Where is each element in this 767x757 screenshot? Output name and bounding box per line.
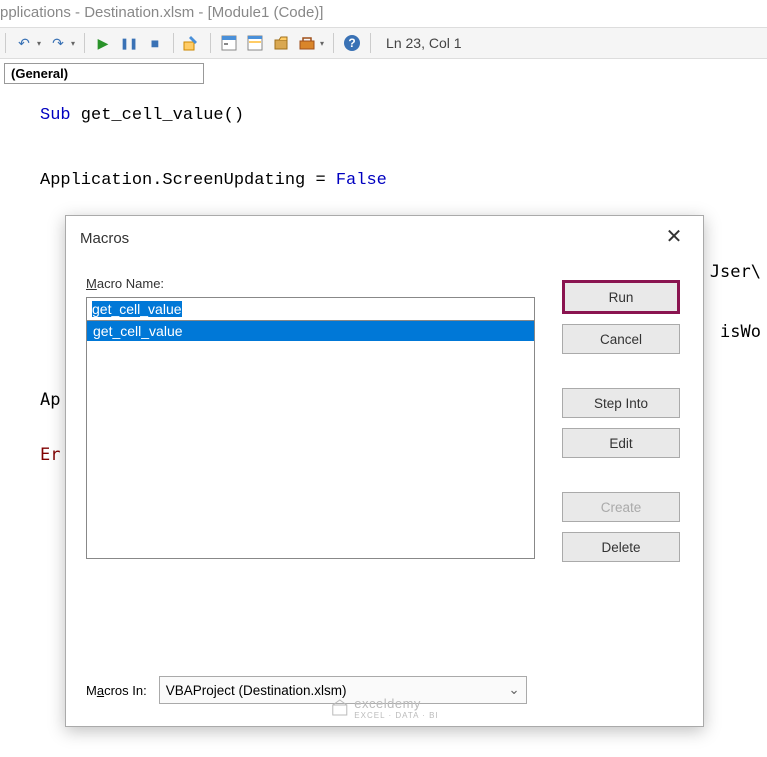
chevron-down-icon[interactable]: ▾ <box>320 39 324 48</box>
stop-icon[interactable]: ■ <box>144 32 166 54</box>
macro-name-input[interactable]: get_cell_value <box>86 297 535 321</box>
toolbar: ↶ ▾ ↷ ▾ ▶ ❚❚ ■ ▾ ? Ln 23, Col 1 <box>0 28 767 59</box>
dialog-button-column: Run Cancel Step Into Edit Create Delete <box>562 280 680 562</box>
macro-list-item[interactable]: get_cell_value <box>87 321 534 341</box>
code-text: get_cell_value() <box>71 106 244 125</box>
object-dropdown[interactable]: (General) <box>4 63 204 84</box>
code-text: Application.ScreenUpdating = <box>40 171 336 190</box>
dialog-body: Macro Name: get_cell_value get_cell_valu… <box>66 256 703 559</box>
watermark-tagline: EXCEL · DATA · BI <box>354 711 438 720</box>
run-icon[interactable]: ▶ <box>92 32 114 54</box>
window-title: pplications - Destination.xlsm - [Module… <box>0 0 767 28</box>
object-selector-bar: (General) <box>0 59 767 88</box>
macros-in-value: VBAProject (Destination.xlsm) <box>166 683 347 698</box>
step-into-button[interactable]: Step Into <box>562 388 680 418</box>
close-icon[interactable]: ✕ <box>659 226 689 250</box>
toolbar-divider <box>173 33 174 53</box>
code-partial-text: Er <box>40 445 60 465</box>
chevron-down-icon[interactable]: ▾ <box>71 39 75 48</box>
design-mode-icon[interactable] <box>181 32 203 54</box>
create-button: Create <box>562 492 680 522</box>
dialog-title: Macros <box>80 230 129 247</box>
toolbar-divider <box>333 33 334 53</box>
watermark: exceldemy EXCEL · DATA · BI <box>330 696 438 720</box>
macros-dialog: Macros ✕ Macro Name: get_cell_value get_… <box>65 215 704 727</box>
object-browser-icon[interactable] <box>270 32 292 54</box>
macros-in-label: Macros In: <box>86 683 147 698</box>
macro-list[interactable]: get_cell_value <box>86 321 535 559</box>
code-partial-text: Ap <box>40 390 60 410</box>
undo-icon[interactable]: ↶ <box>13 32 35 54</box>
toolbar-divider <box>370 33 371 53</box>
keyword-false: False <box>336 171 387 190</box>
macros-in-row: Macros In: VBAProject (Destination.xlsm)… <box>86 676 527 704</box>
toolbar-divider <box>84 33 85 53</box>
macro-name-value: get_cell_value <box>92 301 182 317</box>
svg-text:?: ? <box>348 36 355 50</box>
toolbar-divider <box>5 33 6 53</box>
properties-icon[interactable] <box>244 32 266 54</box>
code-partial-text: Jser\ <box>710 262 761 282</box>
pause-icon[interactable]: ❚❚ <box>118 32 140 54</box>
run-button[interactable]: Run <box>562 280 680 314</box>
edit-button[interactable]: Edit <box>562 428 680 458</box>
keyword-sub: Sub <box>40 106 71 125</box>
watermark-brand: exceldemy <box>354 696 421 711</box>
chevron-down-icon: ⌄ <box>508 682 519 698</box>
chevron-down-icon[interactable]: ▾ <box>37 39 41 48</box>
help-icon[interactable]: ? <box>341 32 363 54</box>
delete-button[interactable]: Delete <box>562 532 680 562</box>
cancel-button[interactable]: Cancel <box>562 324 680 354</box>
redo-icon[interactable]: ↷ <box>47 32 69 54</box>
dialog-header: Macros ✕ <box>66 216 703 256</box>
code-partial-text: isWo <box>720 322 761 342</box>
cursor-position: Ln 23, Col 1 <box>386 35 462 51</box>
toolbar-divider <box>210 33 211 53</box>
code-editor[interactable]: Sub get_cell_value() Application.ScreenU… <box>0 88 767 197</box>
toolbox-icon[interactable] <box>296 32 318 54</box>
project-explorer-icon[interactable] <box>218 32 240 54</box>
